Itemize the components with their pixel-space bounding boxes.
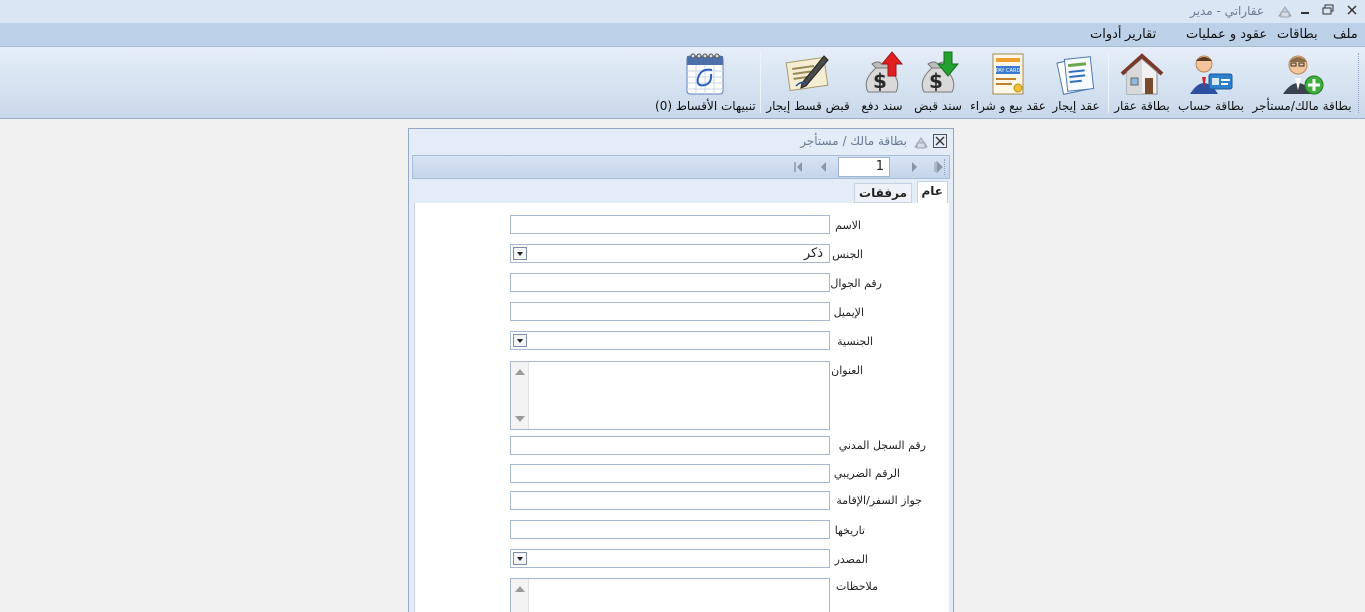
record-navigator: 1 xyxy=(412,155,950,179)
sale-contract-label: عقد بيع و شراء xyxy=(970,99,1046,113)
money-bag-payment-icon: $ xyxy=(865,51,904,93)
installment-alerts-button[interactable]: تنبيهات الأقساط (0) xyxy=(655,47,756,117)
account-card-icon xyxy=(1190,55,1233,94)
mobile-label: رقم الجوال xyxy=(830,277,882,290)
collect-rent-installment-label: قبض قسط إيجار xyxy=(766,99,850,113)
svg-text:PAY CARD: PAY CARD xyxy=(996,68,1021,74)
money-bag-receipt-icon: $ xyxy=(921,51,960,93)
owner-tenant-add-icon xyxy=(1283,55,1324,95)
email-label: الإيميل xyxy=(833,306,864,319)
menu-cards[interactable]: بطاقات xyxy=(1277,27,1318,42)
passport-date-label: تاريخها xyxy=(834,524,865,537)
signed-document-icon xyxy=(785,55,829,92)
collect-rent-installment-button[interactable]: قبض قسط إيجار xyxy=(765,47,851,117)
civil-id-input[interactable] xyxy=(510,436,830,455)
owner-tenant-card-label: بطاقة مالك/مستأجر xyxy=(1252,99,1352,113)
mobile-input[interactable] xyxy=(510,273,830,292)
passport-date-input[interactable] xyxy=(510,520,830,539)
address-textarea[interactable] xyxy=(510,361,830,430)
receipt-voucher-label: سند قبض xyxy=(914,99,962,113)
calendar-icon xyxy=(686,53,724,95)
chevron-down-icon[interactable] xyxy=(513,552,527,565)
notes-label: ملاحظات xyxy=(836,580,878,593)
property-card-label: بطاقة عقار xyxy=(1114,99,1170,113)
tax-number-input[interactable] xyxy=(510,464,830,483)
sale-contract-button[interactable]: PAY CARD عقد بيع و شراء xyxy=(970,47,1046,117)
toolbar-grip[interactable] xyxy=(1358,53,1361,113)
navigator-grip[interactable] xyxy=(944,159,947,175)
svg-text:$: $ xyxy=(929,69,943,93)
gender-value: ذكر xyxy=(803,246,823,261)
title-bar: عقاراتي - مدير xyxy=(0,0,1365,23)
account-card-label: بطاقة حساب xyxy=(1178,99,1244,113)
form-title-bar: بطاقة مالك / مستأجر xyxy=(409,129,953,155)
receipt-voucher-button[interactable]: $ سند قبض xyxy=(910,47,966,117)
restore-icon[interactable] xyxy=(1320,2,1338,18)
gender-label: الجنس xyxy=(832,248,863,261)
menu-bar: ملف بطاقات عقود و عمليات تقارير أدوات xyxy=(0,23,1365,47)
sale-contract-icon: PAY CARD xyxy=(992,53,1024,95)
chevron-down-icon[interactable] xyxy=(513,334,527,347)
toolbar-separator xyxy=(760,51,761,113)
close-window-icon[interactable] xyxy=(1343,2,1361,18)
notes-textarea[interactable] xyxy=(510,578,830,612)
next-record-icon[interactable] xyxy=(903,158,925,176)
scroll-up-icon[interactable] xyxy=(515,369,525,375)
property-card-button[interactable]: بطاقة عقار xyxy=(1114,47,1170,117)
name-label: الاسم xyxy=(835,219,861,232)
last-record-icon[interactable] xyxy=(787,158,809,176)
general-tab-panel: الاسم الجنس ذكر رقم الجوال الإيميل الجنس… xyxy=(414,203,949,612)
owner-tenant-card-button[interactable]: بطاقة مالك/مستأجر xyxy=(1252,47,1352,117)
nationality-label: الجنسية xyxy=(837,335,873,348)
source-label: المصدر xyxy=(834,553,868,566)
tab-attachments[interactable]: مرفقات xyxy=(854,183,912,203)
tab-general[interactable]: عام xyxy=(916,181,948,203)
scroll-down-icon[interactable] xyxy=(515,416,525,422)
tax-number-label: الرقم الضريبي xyxy=(833,467,900,480)
lease-contract-button[interactable]: عقد إيجار xyxy=(1050,47,1102,117)
nationality-select[interactable] xyxy=(510,331,830,350)
menu-contracts[interactable]: عقود و عمليات xyxy=(1186,27,1267,42)
source-select[interactable] xyxy=(510,549,830,568)
previous-record-icon[interactable] xyxy=(813,158,835,176)
account-card-button[interactable]: بطاقة حساب xyxy=(1178,47,1244,117)
menu-tools[interactable]: أدوات xyxy=(1090,27,1122,42)
payment-voucher-label: سند دفع xyxy=(861,99,903,113)
owner-tenant-form: بطاقة مالك / مستأجر 1 عام مرفقات الاسم ا… xyxy=(408,128,954,612)
building-icon xyxy=(914,137,928,149)
address-label: العنوان xyxy=(831,364,863,377)
record-number-input[interactable]: 1 xyxy=(838,157,890,177)
minimize-icon[interactable] xyxy=(1296,2,1314,18)
passport-label: جواز السفر/الإقامة xyxy=(836,494,922,507)
lease-contract-label: عقد إيجار xyxy=(1052,99,1100,113)
toolbar: بطاقة مالك/مستأجر بطاقة حساب بطاقة عقار xyxy=(0,47,1365,119)
form-tabs: عام مرفقات xyxy=(412,181,950,203)
scroll-up-icon[interactable] xyxy=(515,586,525,592)
chevron-down-icon[interactable] xyxy=(513,247,527,260)
passport-input[interactable] xyxy=(510,491,830,510)
address-scrollbar[interactable] xyxy=(511,362,529,429)
email-input[interactable] xyxy=(510,302,830,321)
house-icon xyxy=(1120,53,1164,95)
menu-reports[interactable]: تقارير xyxy=(1125,27,1156,42)
toolbar-separator xyxy=(1108,51,1109,113)
payment-voucher-button[interactable]: $ سند دفع xyxy=(856,47,908,117)
civil-id-label: رقم السجل المدني xyxy=(838,439,926,452)
svg-text:$: $ xyxy=(873,69,887,93)
menu-file[interactable]: ملف xyxy=(1333,27,1358,42)
gender-select[interactable]: ذكر xyxy=(510,244,830,263)
form-title: بطاقة مالك / مستأجر xyxy=(800,134,907,148)
notes-scrollbar[interactable] xyxy=(511,579,529,612)
lease-contract-icon xyxy=(1056,56,1095,95)
name-input[interactable] xyxy=(510,215,830,234)
close-form-icon[interactable] xyxy=(933,134,947,148)
installment-alerts-label: تنبيهات الأقساط (0) xyxy=(655,99,756,113)
